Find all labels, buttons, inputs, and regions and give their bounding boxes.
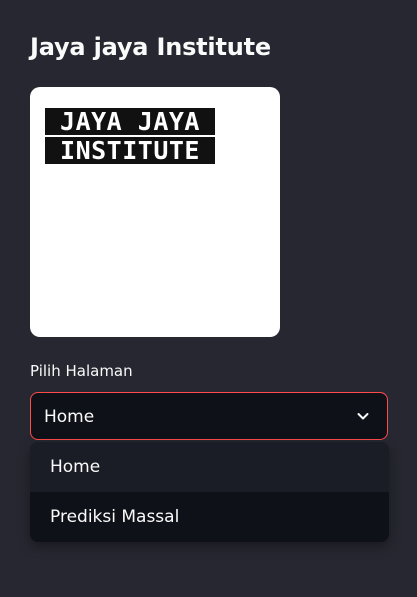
institute-logo: JAYA JAYA INSTITUTE <box>45 108 215 164</box>
page-select-menu: Home Prediksi Massal <box>30 442 389 542</box>
page-select-label: Pilih Halaman <box>30 362 133 380</box>
menu-option-prediksi-massal[interactable]: Prediksi Massal <box>30 492 389 542</box>
menu-option-home[interactable]: Home <box>30 442 389 492</box>
chevron-down-icon[interactable] <box>355 408 371 424</box>
logo-line-2: INSTITUTE <box>45 137 215 164</box>
sidebar-title: Jaya jaya Institute <box>30 33 271 61</box>
sidebar: Jaya jaya Institute JAYA JAYA INSTITUTE … <box>0 0 417 597</box>
page-select-value: Home <box>44 407 95 427</box>
logo-line-1: JAYA JAYA <box>45 108 215 135</box>
page-select[interactable]: Home <box>30 392 388 440</box>
